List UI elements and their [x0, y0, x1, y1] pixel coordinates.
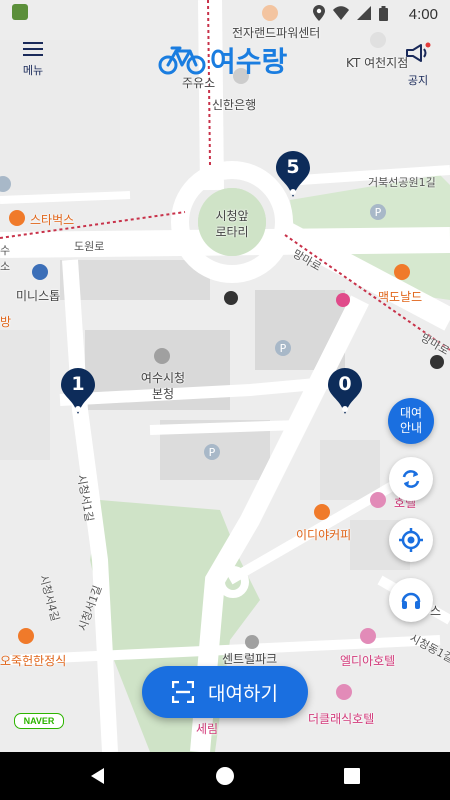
map-label: 스타벅스	[30, 213, 75, 227]
map-label: 도원로	[74, 240, 105, 253]
pedestrian-icon	[336, 293, 350, 307]
station-marker[interactable]: 0	[328, 368, 362, 414]
map-label: 소	[0, 260, 11, 273]
map-label: 오죽헌한정식	[0, 654, 67, 668]
battery-icon	[379, 5, 388, 21]
menu-label: 메뉴	[22, 64, 44, 77]
headset-icon	[401, 592, 421, 609]
location-icon	[313, 5, 325, 21]
map-label: 맥도날드	[378, 290, 423, 304]
wifi-icon	[333, 6, 349, 20]
notice-label: 공지	[407, 74, 429, 87]
home-icon	[216, 767, 234, 785]
rent-button-label: 대여하기	[208, 682, 278, 705]
recents-button[interactable]	[338, 762, 366, 790]
status-bar: 4:00	[0, 0, 450, 30]
home-button[interactable]	[211, 762, 239, 790]
app-header: 메뉴 여수랑 공지	[0, 30, 450, 90]
hotel-icon	[336, 684, 352, 700]
customer-support-button[interactable]	[389, 578, 433, 622]
map-label: 세림	[196, 722, 219, 736]
crosshair-icon	[399, 528, 423, 552]
station-bike-count: 1	[71, 373, 85, 395]
cityhall-icon	[154, 348, 170, 364]
rotary-label: 시청앞 로타리	[215, 209, 249, 239]
notice-button[interactable]: 공지	[400, 40, 436, 87]
hotel-icon	[360, 628, 376, 644]
map-label: 이디야커피	[296, 528, 352, 542]
svg-text:P: P	[375, 206, 382, 219]
rent-button[interactable]: 대여하기	[142, 666, 308, 718]
cafe-icon	[9, 210, 25, 226]
hotel-icon	[370, 492, 386, 508]
status-time: 4:00	[408, 6, 438, 23]
guide-label-line: 안내	[399, 421, 423, 435]
restaurant-icon	[18, 628, 34, 644]
map-label: 더클래식호텔	[308, 712, 375, 726]
app-logo: 여수랑	[158, 38, 298, 82]
map-label: 거북선공원1길	[368, 176, 436, 189]
guide-label-line: 대여	[399, 406, 423, 420]
map-label: 미니스톱	[16, 289, 61, 303]
recents-icon	[344, 768, 360, 784]
rental-guide-button[interactable]: 대여 안내	[388, 398, 434, 444]
svg-text:P: P	[209, 446, 216, 459]
hamburger-icon	[23, 42, 43, 56]
convenience-store-icon	[32, 264, 48, 280]
megaphone-icon	[406, 42, 431, 62]
system-nav-bar	[0, 752, 450, 800]
bicycle-icon	[158, 46, 206, 75]
menu-button[interactable]: 메뉴	[12, 40, 54, 84]
status-icons	[313, 5, 388, 21]
refresh-button[interactable]	[389, 457, 433, 501]
station-marker[interactable]: 1	[61, 368, 95, 414]
my-location-button[interactable]	[389, 518, 433, 562]
cityhall-label: 여수시청 본청	[140, 371, 186, 401]
back-icon	[91, 768, 104, 784]
station-marker[interactable]: 5	[276, 151, 310, 197]
photo-icon	[12, 4, 28, 20]
refresh-icon	[402, 470, 420, 488]
map-label: 방	[0, 315, 12, 329]
park-poi-icon	[245, 635, 259, 649]
svg-text:P: P	[280, 342, 287, 355]
back-button[interactable]	[84, 762, 112, 790]
cafe-icon	[314, 504, 330, 520]
logo-text: 여수랑	[210, 45, 288, 78]
station-bike-count: 5	[286, 156, 300, 178]
map-label: 센트럴파크	[222, 652, 278, 666]
bike-rack-icon	[224, 291, 238, 305]
naver-logo: NAVER	[14, 713, 64, 729]
station-bike-count: 0	[338, 373, 352, 395]
signal-icon	[357, 6, 371, 20]
map-label: 신한은행	[212, 98, 257, 112]
qr-scan-icon	[172, 681, 195, 703]
burger-icon	[394, 264, 410, 280]
map-label: 수	[0, 244, 11, 257]
map-label: 엘디아호텔	[340, 654, 396, 668]
